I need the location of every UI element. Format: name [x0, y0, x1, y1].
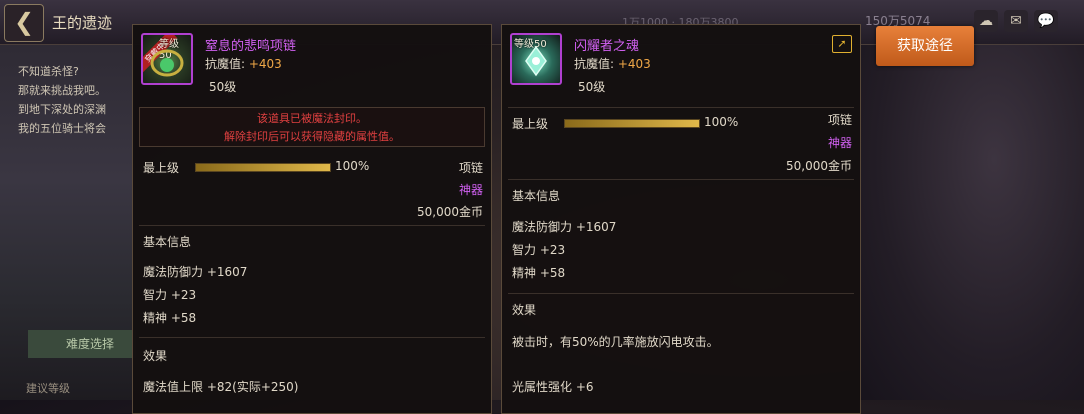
divider: [508, 179, 854, 180]
seal-notice-line: 该道具已被魔法封印。: [257, 112, 367, 125]
item-price: 50,000金币: [417, 205, 483, 219]
item-type: 项链: [827, 113, 852, 127]
item-level: 50级: [209, 80, 237, 94]
basic-info-header: 基本信息: [143, 235, 192, 249]
item-tooltip-equipped: 穿戴中 等级50 窒息的悲鸣项链 抗魔值: +403 50级 该道具已被魔法封印…: [132, 24, 492, 414]
basic-info-header: 基本信息: [512, 189, 561, 203]
upgrade-label: 最上级: [512, 117, 549, 131]
stat-label: 抗魔值:: [205, 57, 249, 71]
effect-header: 效果: [512, 303, 537, 317]
back-button[interactable]: ❮: [4, 4, 44, 42]
item-tooltip-compare: 等级50 闪耀者之魂 ➚ 抗魔值: +403 50级 最上级 100% 项链 神…: [501, 24, 861, 414]
basic-stat: 魔法防御力 +1607: [512, 220, 617, 234]
stat-label: 抗魔值:: [574, 57, 618, 71]
item-main-stat: 抗魔值: +403: [205, 55, 282, 72]
upgrade-progress-bar: [564, 119, 700, 128]
effect-line: 魔法值上限 +82(实际+250): [143, 380, 299, 394]
recommend-level-label: 建议等级: [26, 382, 70, 395]
page-title: 王的遗迹: [52, 14, 113, 32]
divider: [139, 337, 485, 338]
item-type: 项链: [458, 161, 483, 175]
soul-gem-icon: 等级50: [510, 33, 562, 85]
upgrade-progress-fill: [565, 120, 699, 127]
effect-line: 被击时，有50%的几率施放闪电攻击。: [512, 335, 719, 349]
desc-line: 不知道杀怪?: [18, 65, 79, 78]
effect-line: 光属性强化 +6: [512, 380, 594, 394]
item-level: 50级: [578, 80, 606, 94]
item-price: 50,000金币: [786, 159, 852, 173]
stat-value: +403: [617, 57, 651, 71]
difficulty-tab[interactable]: 难度选择: [28, 330, 136, 358]
basic-stat: 魔法防御力 +1607: [143, 265, 248, 279]
item-name: 闪耀者之魂: [574, 39, 640, 54]
upgrade-percent: 100%: [704, 115, 739, 129]
effect-header: 效果: [143, 349, 168, 363]
upgrade-progress-fill: [196, 164, 330, 171]
desc-line: 那就来挑战我吧。: [18, 84, 106, 97]
item-main-stat: 抗魔值: +403: [574, 55, 651, 72]
upgrade-progress-bar: [195, 163, 331, 172]
seal-notice: 该道具已被魔法封印。 解除封印后可以获得隐藏的属性值。: [139, 107, 485, 147]
divider: [508, 107, 854, 108]
item-rarity: 神器: [458, 183, 483, 197]
mail-icon[interactable]: ✉: [1004, 10, 1028, 32]
get-source-button[interactable]: 获取途径: [876, 26, 974, 66]
item-name: 窒息的悲鸣项链: [205, 39, 297, 54]
divider: [139, 225, 485, 226]
necklace-icon: 穿戴中 等级50: [141, 33, 193, 85]
upgrade-label: 最上级: [143, 161, 180, 175]
basic-stat: 精神 +58: [143, 311, 197, 325]
divider: [508, 293, 854, 294]
stat-value: +403: [248, 57, 282, 71]
seal-notice-line: 解除封印后可以获得隐藏的属性值。: [224, 130, 400, 143]
dungeon-description: 不知道杀怪? 那就来挑战我吧。 到地下深处的深渊 我的五位骑士将会: [18, 62, 106, 138]
basic-stat: 智力 +23: [143, 288, 197, 302]
cloud-icon[interactable]: ☁: [974, 10, 998, 32]
upgrade-percent: 100%: [335, 159, 370, 173]
basic-stat: 智力 +23: [512, 243, 566, 257]
item-rarity: 神器: [827, 136, 852, 150]
back-arrow-icon: ❮: [13, 8, 35, 36]
basic-stat: 精神 +58: [512, 266, 566, 280]
chat-icon[interactable]: 💬: [1034, 10, 1058, 32]
share-icon[interactable]: ➚: [832, 35, 852, 53]
desc-line: 我的五位骑士将会: [18, 122, 106, 135]
top-icon-group: ☁ ✉ 💬: [974, 10, 1058, 32]
desc-line: 到地下深处的深渊: [18, 103, 106, 116]
